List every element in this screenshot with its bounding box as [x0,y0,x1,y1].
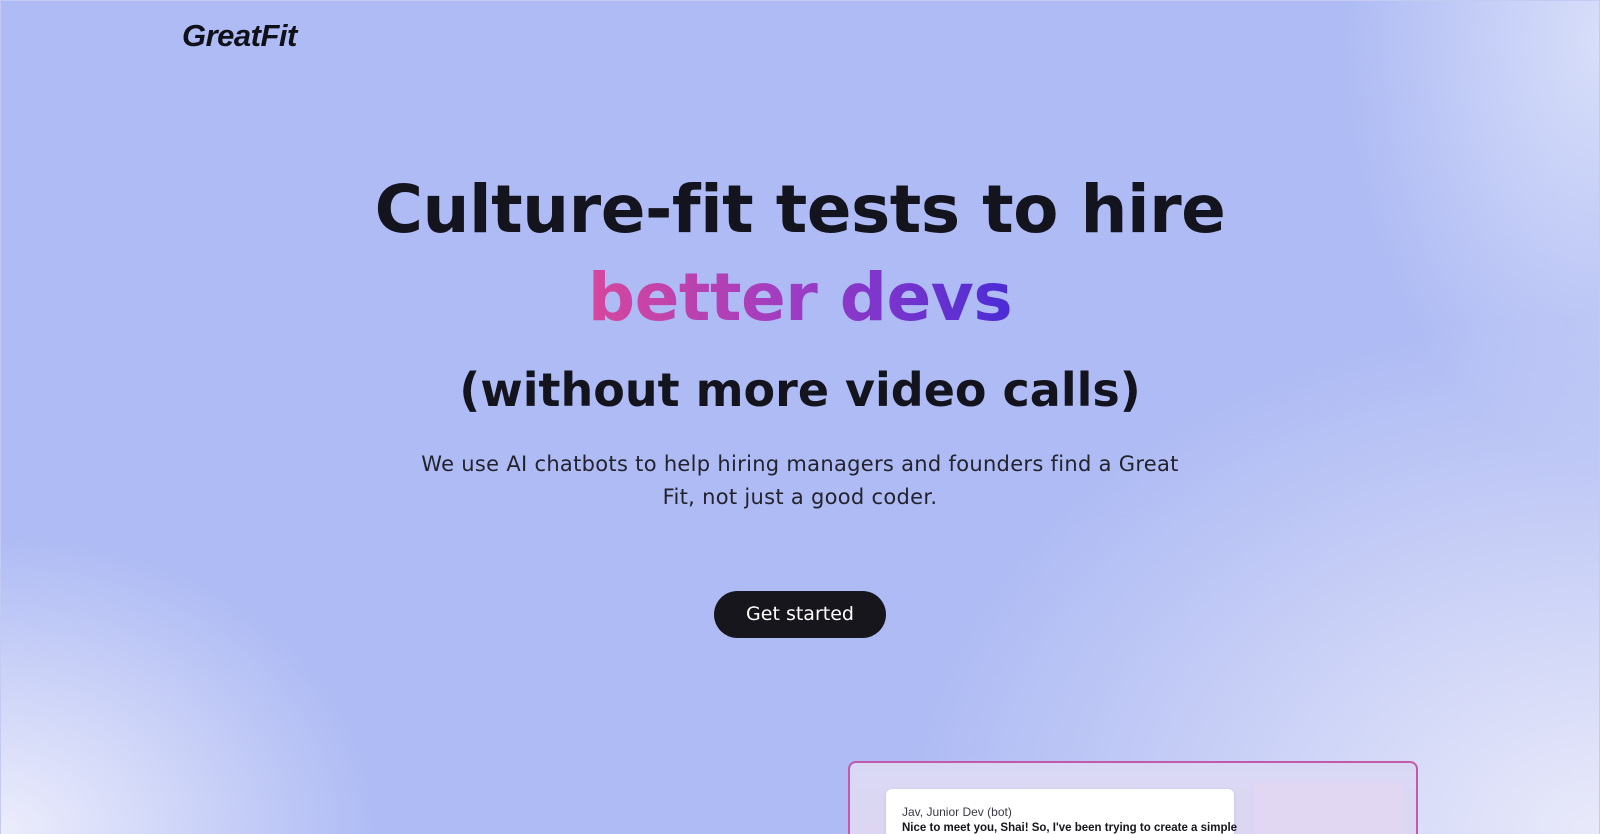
gradient-highlight-text: better devs [587,259,1013,336]
chat-preview-card: Jav, Junior Dev (bot) Nice to meet you, … [848,761,1418,834]
hero-headline: Culture-fit tests to hire [374,171,1226,248]
hero-subheadline: (without more video calls) [459,363,1141,417]
chat-sender-label: Jav, Junior Dev (bot) [902,805,1012,819]
hero-headline-highlight: better devs [0,258,1600,338]
chat-message-bubble: Jav, Junior Dev (bot) Nice to meet you, … [886,789,1238,834]
hero-description: We use AI chatbots to help hiring manage… [421,452,1179,509]
get-started-button[interactable]: Get started [714,591,886,638]
greatfit-logo[interactable]: GreatFit [182,18,297,54]
chat-message-text: Nice to meet you, Shai! So, I've been tr… [902,822,1238,834]
chat-preview-sidebar [1254,783,1404,834]
